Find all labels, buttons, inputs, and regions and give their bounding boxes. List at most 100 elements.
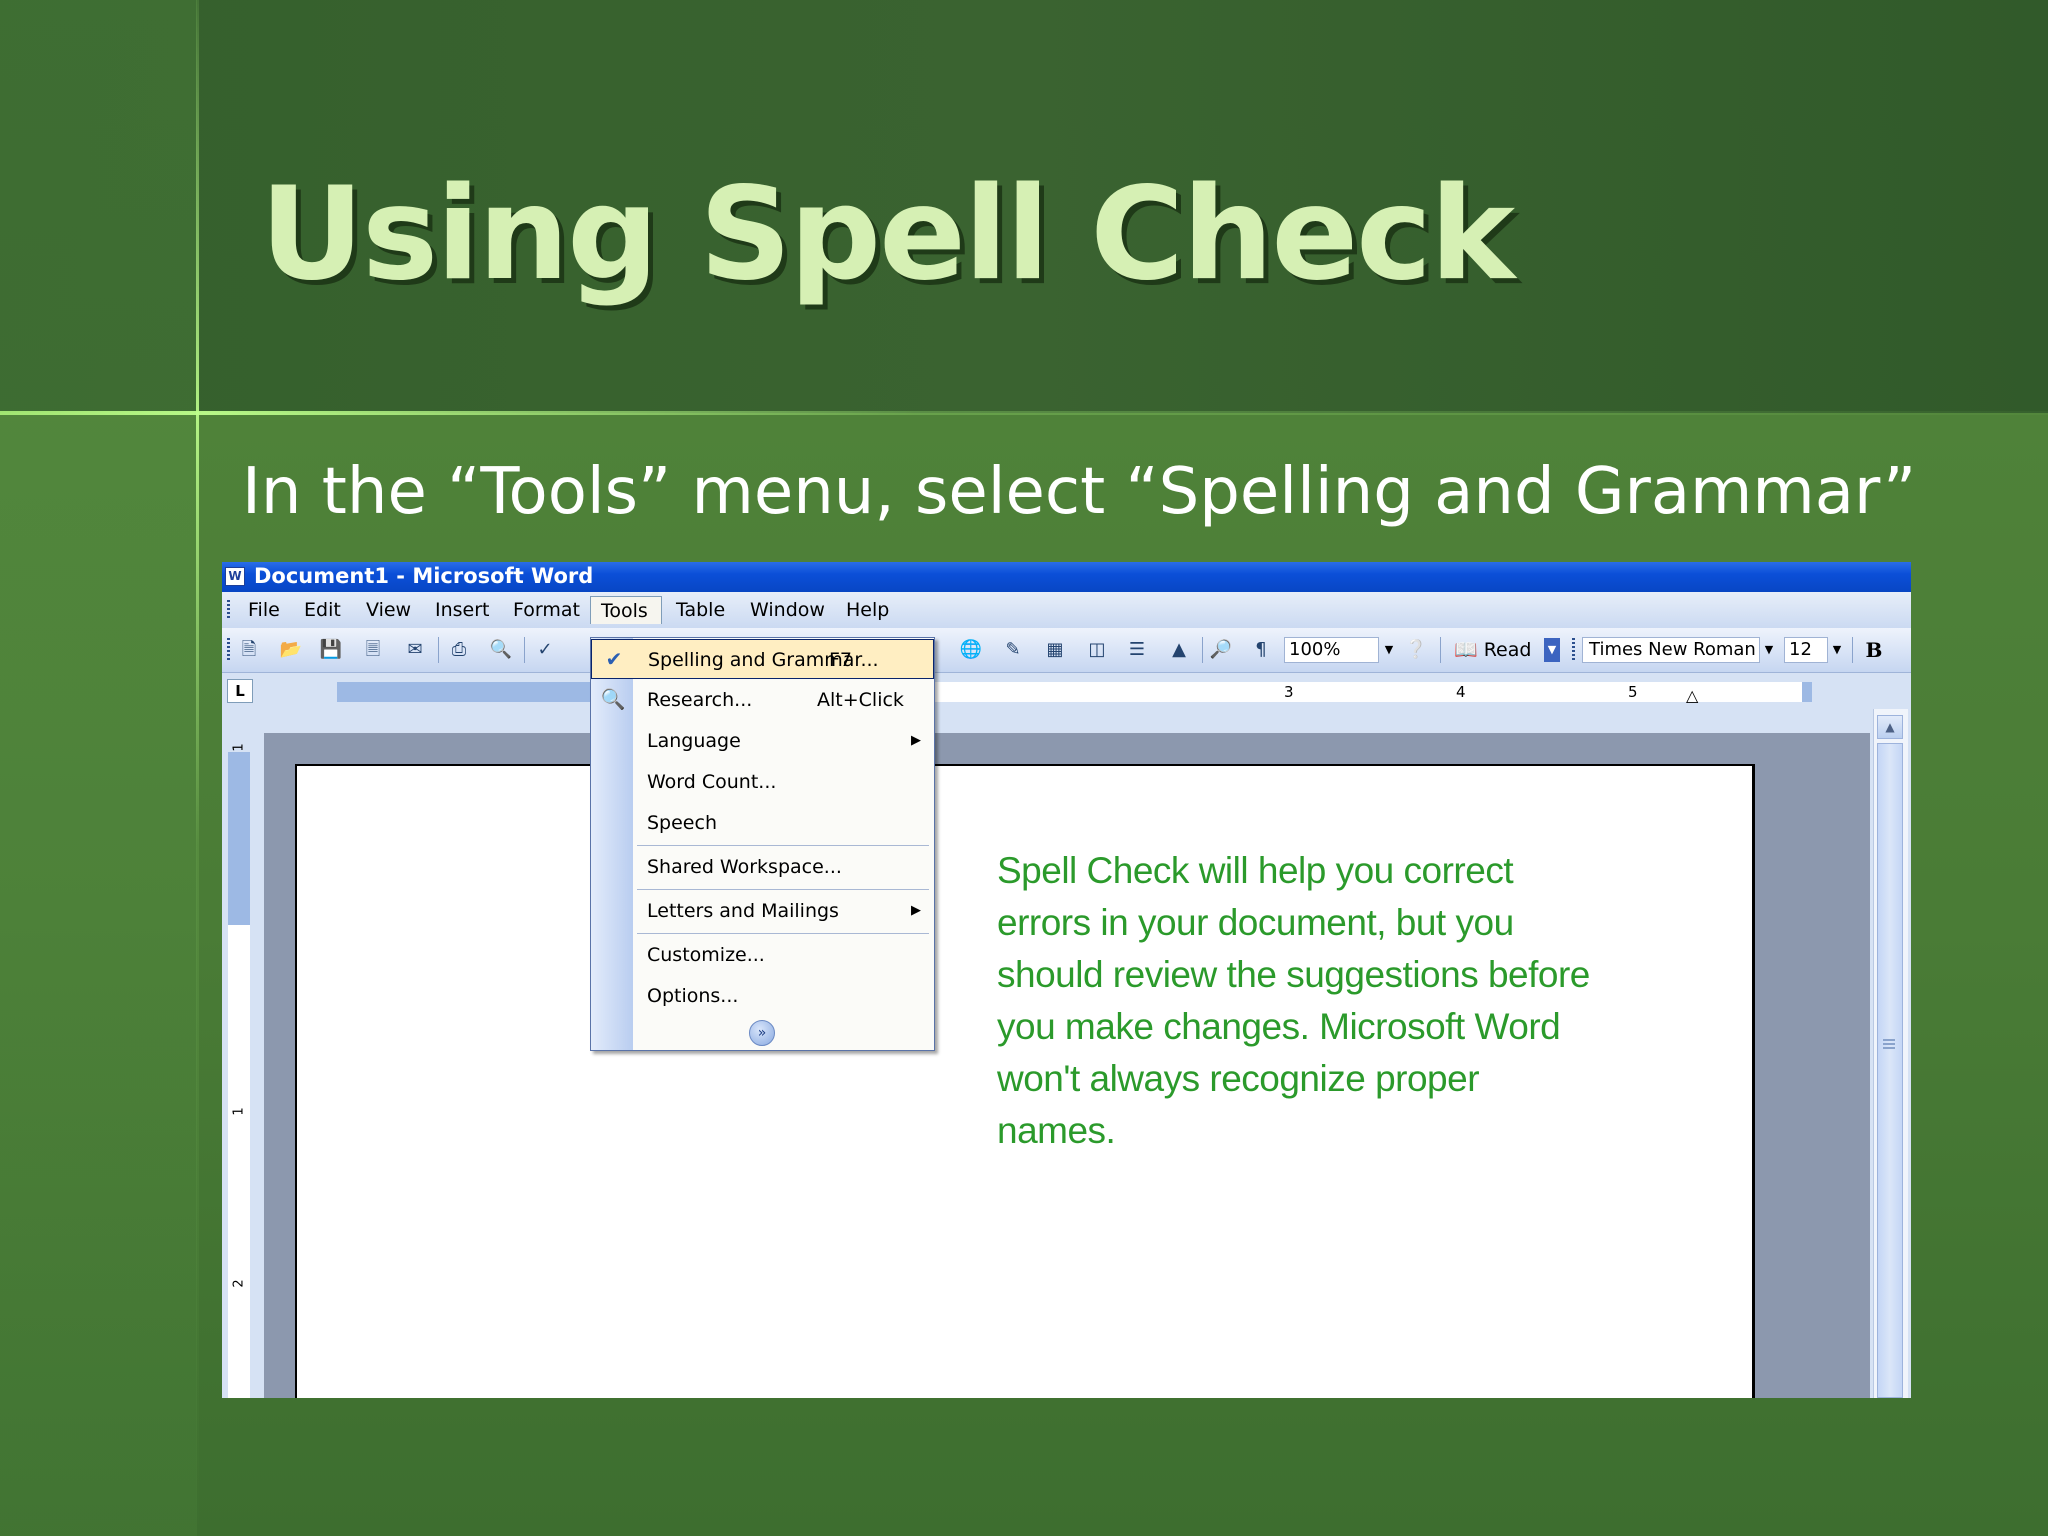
- menubar-grip[interactable]: [227, 600, 230, 620]
- email-icon[interactable]: ✉: [402, 638, 428, 662]
- menu-item-research[interactable]: 🔍 Research... Alt+Click: [591, 680, 934, 720]
- menu-item-shortcut: F7: [829, 649, 853, 671]
- permission-icon[interactable]: 🗏: [360, 638, 386, 662]
- menu-item-label: Customize...: [647, 944, 765, 966]
- menu-item-options[interactable]: Options...: [591, 976, 934, 1016]
- menu-item-label: Word Count...: [647, 771, 777, 793]
- scrollbar-thumb[interactable]: [1877, 743, 1903, 1398]
- insert-excel-icon[interactable]: ◫: [1084, 638, 1110, 662]
- slide-glow-horizontal: [0, 411, 2048, 415]
- font-size-dropdown-arrow[interactable]: ▼: [1828, 638, 1846, 662]
- menu-item-shared-workspace[interactable]: Shared Workspace...: [591, 847, 934, 887]
- spelling-icon[interactable]: ✓: [532, 638, 558, 662]
- menu-item-letters-mailings[interactable]: Letters and Mailings ▶: [591, 891, 934, 931]
- zoom-box[interactable]: 100%: [1284, 637, 1379, 663]
- read-button-label: Read: [1483, 639, 1532, 661]
- tools-menu-dropdown: ✔ Spelling and Grammar... F7 🔍 Research.…: [590, 637, 935, 1051]
- ruler-number: 3: [1284, 683, 1294, 701]
- document-line: names.: [997, 1110, 1116, 1151]
- menu-item-speech[interactable]: Speech: [591, 803, 934, 843]
- book-icon: 📖: [1454, 639, 1484, 661]
- horizontal-ruler[interactable]: 1 3 4 5 7 ⌛ △: [337, 676, 1812, 704]
- menu-window[interactable]: Window: [740, 596, 835, 624]
- menu-item-spelling-grammar[interactable]: ✔ Spelling and Grammar... F7: [591, 639, 934, 679]
- menu-separator: [637, 889, 929, 890]
- vertical-ruler-number: 2: [231, 1279, 247, 1288]
- menu-item-customize[interactable]: Customize...: [591, 935, 934, 975]
- menu-help[interactable]: Help: [836, 596, 899, 624]
- menu-item-word-count[interactable]: Word Count...: [591, 762, 934, 802]
- toolbar-grip[interactable]: [227, 638, 230, 662]
- save-icon[interactable]: 💾: [318, 638, 344, 662]
- tab-selector[interactable]: L: [227, 679, 253, 703]
- slide-subtitle: In the “Tools” menu, select “Spelling an…: [242, 455, 1917, 529]
- print-preview-icon[interactable]: 🔍: [488, 638, 514, 662]
- menu-item-language[interactable]: Language ▶: [591, 721, 934, 761]
- window-title: Document1 - Microsoft Word: [254, 564, 594, 588]
- document-line: errors in your document, but you: [997, 902, 1514, 943]
- document-text[interactable]: Spell Check will help you correct errors…: [997, 845, 1617, 1157]
- print-icon[interactable]: ⎙: [446, 638, 472, 662]
- vertical-ruler-top-margin: [228, 752, 250, 925]
- zoom-dropdown-arrow[interactable]: ▼: [1380, 638, 1398, 662]
- toolbar-separator: [524, 637, 525, 663]
- menu-bar: File Edit View Insert Format Tools Table…: [222, 592, 1911, 628]
- tables-borders-icon[interactable]: ✎: [1000, 638, 1026, 662]
- toolbar-separator: [1440, 637, 1441, 663]
- vertical-ruler-number: 1: [231, 743, 247, 752]
- help-icon[interactable]: ❔: [1403, 638, 1429, 662]
- menu-item-label: Research...: [647, 689, 753, 711]
- word-app-icon[interactable]: W: [225, 567, 245, 586]
- columns-icon[interactable]: ☰: [1124, 638, 1150, 662]
- vertical-ruler[interactable]: 1 1 2: [228, 743, 250, 1398]
- ruler-number: 4: [1456, 683, 1466, 701]
- standard-toolbar: 🗎 📂 💾 🗏 ✉ ⎙ 🔍 ✓ 🌐 ✎ ▦ ◫ ☰ ▲ 🔎 ¶ 100% ▼ ❔…: [222, 628, 1911, 673]
- document-line: should review the suggestions before: [997, 954, 1590, 995]
- toolbar-separator: [438, 637, 439, 663]
- toolbar-separator: [1852, 637, 1853, 663]
- menu-item-label: Options...: [647, 985, 739, 1007]
- window-titlebar[interactable]: W Document1 - Microsoft Word: [222, 562, 1911, 592]
- submenu-arrow-icon: ▶: [911, 903, 921, 918]
- menu-file[interactable]: File: [238, 596, 290, 624]
- hyperlink-icon[interactable]: 🌐: [958, 638, 984, 662]
- slide-title: Using Spell Check: [260, 160, 1515, 309]
- menu-separator: [637, 933, 929, 934]
- menu-item-label: Language: [647, 730, 741, 752]
- ruler-right-margin: [1802, 682, 1812, 702]
- right-indent-marker[interactable]: △: [1686, 688, 1698, 704]
- menu-item-label: Shared Workspace...: [647, 856, 842, 878]
- document-line: won't always recognize proper: [997, 1058, 1480, 1099]
- bold-button[interactable]: B: [1860, 637, 1888, 663]
- font-name-dropdown-arrow[interactable]: ▼: [1760, 638, 1778, 662]
- submenu-arrow-icon: ▶: [911, 733, 921, 748]
- menu-view[interactable]: View: [356, 596, 421, 624]
- menu-edit[interactable]: Edit: [294, 596, 351, 624]
- spelling-grammar-icon: ✔: [605, 647, 623, 671]
- toolbar-options-arrow[interactable]: ▼: [1544, 638, 1560, 662]
- new-document-icon[interactable]: 🗎: [236, 638, 262, 662]
- insert-table-icon[interactable]: ▦: [1042, 638, 1068, 662]
- expand-chevrons-icon[interactable]: »: [749, 1020, 775, 1046]
- font-name-box[interactable]: Times New Roman: [1582, 637, 1760, 663]
- vertical-scrollbar[interactable]: ▲: [1873, 709, 1908, 1398]
- document-line: you make changes. Microsoft Word: [997, 1006, 1561, 1047]
- ruler-row: L 1 3 4 5 7 ⌛ △: [222, 673, 1911, 709]
- scroll-up-arrow-icon[interactable]: ▲: [1877, 715, 1903, 739]
- ruler-number: 5: [1628, 683, 1638, 701]
- menu-tools[interactable]: Tools: [590, 596, 662, 624]
- formatting-toolbar-grip[interactable]: [1572, 638, 1575, 662]
- show-hide-icon[interactable]: ¶: [1248, 638, 1274, 662]
- document-map-icon[interactable]: 🔎: [1208, 638, 1234, 662]
- open-folder-icon[interactable]: 📂: [278, 638, 304, 662]
- menu-item-shortcut: Alt+Click: [817, 689, 904, 711]
- menu-item-label: Letters and Mailings: [647, 900, 839, 922]
- font-size-box[interactable]: 12: [1784, 637, 1828, 663]
- menu-table[interactable]: Table: [666, 596, 735, 624]
- drawing-icon[interactable]: ▲: [1166, 638, 1192, 662]
- slide-glow-vertical: [196, 0, 199, 1536]
- menu-insert[interactable]: Insert: [425, 596, 500, 624]
- read-button[interactable]: 📖 Read: [1454, 637, 1531, 663]
- scrollbar-grip: [1883, 1039, 1895, 1049]
- menu-format[interactable]: Format: [503, 596, 590, 624]
